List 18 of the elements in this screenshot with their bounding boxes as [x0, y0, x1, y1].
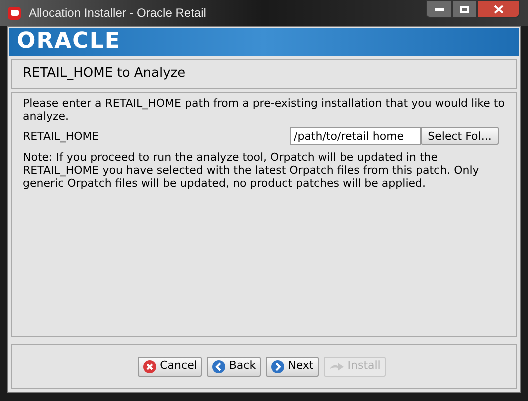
- arrow-icon: [328, 360, 345, 372]
- app-icon: [8, 6, 21, 20]
- cancel-icon: [143, 360, 158, 374]
- next-button[interactable]: Next: [266, 356, 319, 376]
- select-folder-button[interactable]: Select Fol...: [421, 127, 499, 145]
- close-button[interactable]: [477, 0, 520, 18]
- field-label: RETAIL_HOME: [23, 130, 100, 142]
- page-title: RETAIL_HOME to Analyze: [23, 65, 186, 84]
- minimize-button[interactable]: [426, 0, 452, 18]
- path-field[interactable]: /path/to/retail home: [290, 127, 421, 145]
- cancel-button[interactable]: Cancel: [138, 356, 202, 376]
- oracle-logo: ORACLE: [17, 31, 121, 53]
- maximize-button[interactable]: [452, 0, 477, 18]
- note-text: Note: If you proceed to run the analyze tool, Orpatch will be updated in the RETAIL_HOME you have selected with the latest Orpatch files from this patch. Only generic Orpatch files will be updated, no product patches will be applied.: [23, 151, 480, 190]
- back-button[interactable]: Back: [207, 356, 262, 376]
- close-icon: [494, 4, 504, 14]
- window-title: Allocation Installer - Oracle Retail: [29, 5, 206, 22]
- intro-text: Please enter a RETAIL_HOME path from a pre-existing installation that you would like to analyze.: [23, 97, 506, 123]
